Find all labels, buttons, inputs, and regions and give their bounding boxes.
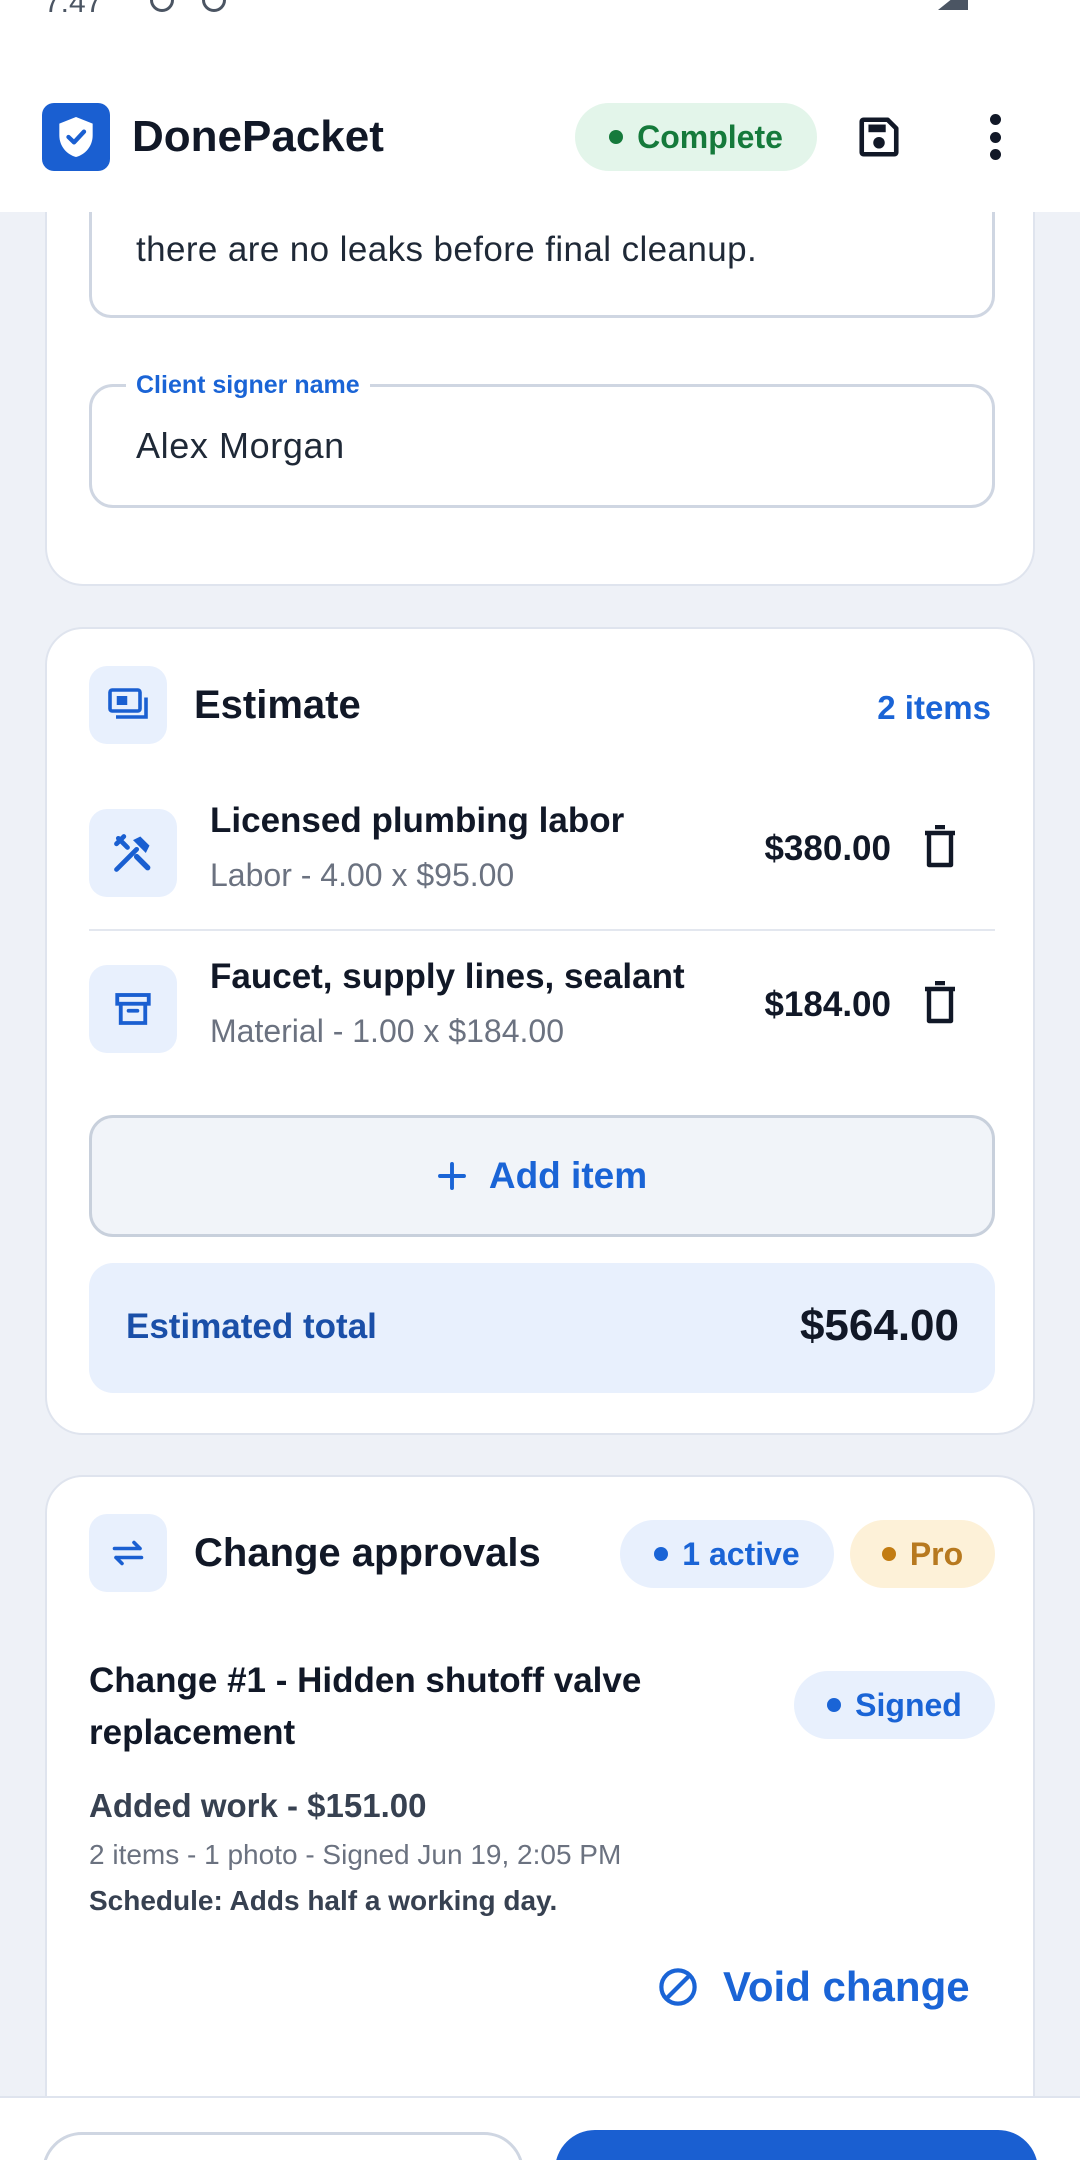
more-dot xyxy=(989,131,1001,143)
bottom-action-bar xyxy=(0,2096,1080,2160)
trash-icon xyxy=(925,980,955,1024)
estimate-item-count: 2 items xyxy=(877,689,991,726)
save-icon xyxy=(859,117,899,157)
money-icon xyxy=(89,666,167,744)
item-name: Licensed plumbing labor xyxy=(210,801,625,840)
void-change-button[interactable]: Void change xyxy=(657,1947,997,2027)
location-off-icon xyxy=(150,0,174,12)
pro-badge-label: Pro xyxy=(909,1535,964,1572)
status-badge-label: Complete xyxy=(637,118,783,155)
swap-icon xyxy=(89,1514,167,1592)
app-bar: DonePacket Complete xyxy=(0,42,1080,212)
signed-badge-label: Signed xyxy=(855,1686,962,1723)
trash-icon xyxy=(925,824,955,868)
void-change-label: Void change xyxy=(723,1963,970,2010)
active-badge-label: 1 active xyxy=(682,1535,800,1572)
notes-signer-card: there are no leaks before final cleanup.… xyxy=(45,180,1035,586)
change-amount: Added work - $151.00 xyxy=(89,1787,427,1824)
change-approvals-card: Change approvals 1 active Pro Change #1 … xyxy=(45,1475,1035,2160)
client-signer-name-label: Client signer name xyxy=(126,371,370,400)
add-item-button[interactable]: Add item xyxy=(89,1115,995,1237)
estimate-title: Estimate xyxy=(194,683,361,727)
item-name: Faucet, supply lines, sealant xyxy=(210,957,685,996)
more-dot xyxy=(989,114,1001,125)
estimated-total-label: Estimated total xyxy=(126,1307,377,1346)
item-detail: Material - 1.00 x $184.00 xyxy=(210,1013,564,1049)
estimated-total-box: Estimated total $564.00 xyxy=(89,1263,995,1393)
add-item-label: Add item xyxy=(488,1155,648,1196)
change-meta: 2 items - 1 photo - Signed Jun 19, 2:05 … xyxy=(89,1839,622,1870)
secondary-action-button[interactable] xyxy=(42,2132,524,2160)
change-approvals-title: Change approvals xyxy=(194,1531,541,1575)
list-item: Licensed plumbing labor Labor - 4.00 x $… xyxy=(89,795,995,915)
item-price: $380.00 xyxy=(764,829,891,868)
notes-text: there are no leaks before final cleanup. xyxy=(136,230,758,269)
sync-icon xyxy=(202,0,226,12)
active-badge: 1 active xyxy=(620,1520,834,1588)
client-signer-name-field[interactable]: Client signer name Alex Morgan xyxy=(89,371,995,508)
block-icon xyxy=(659,1968,697,2006)
app-title: DonePacket xyxy=(132,112,384,161)
list-item: Faucet, supply lines, sealant Material -… xyxy=(89,951,995,1071)
status-dot xyxy=(609,130,624,144)
client-signer-name-value: Alex Morgan xyxy=(136,425,345,466)
tools-icon xyxy=(89,809,177,897)
primary-action-button[interactable] xyxy=(555,2130,1038,2160)
more-dot xyxy=(989,149,1001,160)
active-dot xyxy=(654,1547,669,1561)
more-options-button[interactable] xyxy=(975,112,1015,162)
estimate-card: Estimate 2 items Licensed plumbing labor… xyxy=(45,627,1035,1435)
status-bar: 7:47 xyxy=(0,0,1080,42)
status-time: 7:47 xyxy=(44,0,103,19)
signed-badge: Signed xyxy=(794,1671,995,1739)
item-detail: Labor - 4.00 x $95.00 xyxy=(210,857,515,893)
pro-badge: Pro xyxy=(850,1520,995,1588)
estimated-total-value: $564.00 xyxy=(799,1301,959,1350)
shield-logo-icon xyxy=(42,103,110,171)
status-badge: Complete xyxy=(575,103,817,171)
delete-item-button[interactable] xyxy=(923,824,957,869)
divider xyxy=(89,929,995,931)
change-schedule: Schedule: Adds half a working day. xyxy=(89,1885,558,1916)
change-title: Change #1 - Hidden shutoff valve replace… xyxy=(89,1661,642,1752)
archive-box-icon xyxy=(89,965,177,1053)
save-button[interactable] xyxy=(856,114,902,160)
signal-icon xyxy=(938,0,968,10)
pro-dot xyxy=(881,1547,896,1561)
plus-icon xyxy=(437,1162,466,1190)
signed-dot xyxy=(827,1698,842,1712)
item-price: $184.00 xyxy=(764,985,891,1024)
delete-item-button[interactable] xyxy=(923,980,957,1025)
